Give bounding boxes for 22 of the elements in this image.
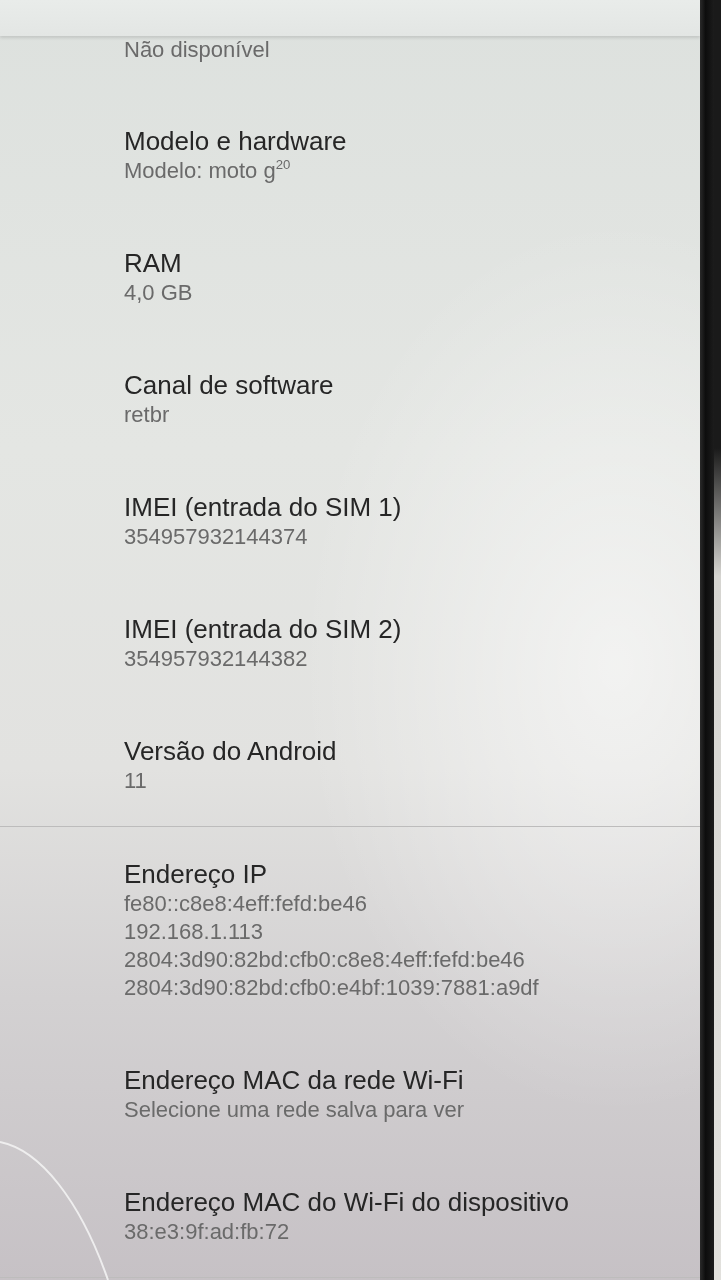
setting-title: RAM (124, 247, 182, 279)
setting-title: IMEI (entrada do SIM 2) (124, 613, 402, 645)
setting-value: 192.168.1.113 (124, 918, 264, 946)
setting-title: IMEI (entrada do SIM 1) (124, 491, 402, 523)
setting-value: retbr (124, 401, 170, 429)
setting-title: Endereço MAC do Wi-Fi do dispositivo (124, 1186, 570, 1218)
setting-value: Não disponível (124, 36, 270, 64)
setting-title: Endereço IP (124, 858, 268, 890)
setting-value: 354957932144382 (124, 645, 308, 673)
setting-value: 2804:3d90:82bd:cfb0:e4bf:1039:7881:a9df (124, 974, 539, 1002)
setting-value: 4,0 GB (124, 279, 193, 307)
setting-value: Selecione uma rede salva para ver (124, 1096, 464, 1124)
setting-value: 38:e3:9f:ad:fb:72 (124, 1218, 290, 1246)
setting-title: Endereço MAC da rede Wi-Fi (124, 1064, 464, 1096)
setting-value: 11 (124, 767, 147, 795)
setting-title: Versão do Android (124, 735, 337, 767)
setting-value: 2804:3d90:82bd:cfb0:c8e8:4eff:fefd:be46 (124, 946, 525, 974)
setting-value: fe80::c8e8:4eff:fefd:be46 (124, 890, 368, 918)
setting-value: 354957932144374 (124, 523, 308, 551)
setting-title: Canal de software (124, 369, 334, 401)
setting-title: Modelo e hardware (124, 125, 347, 157)
setting-value: Modelo: moto g$^{20}$ (124, 157, 291, 185)
